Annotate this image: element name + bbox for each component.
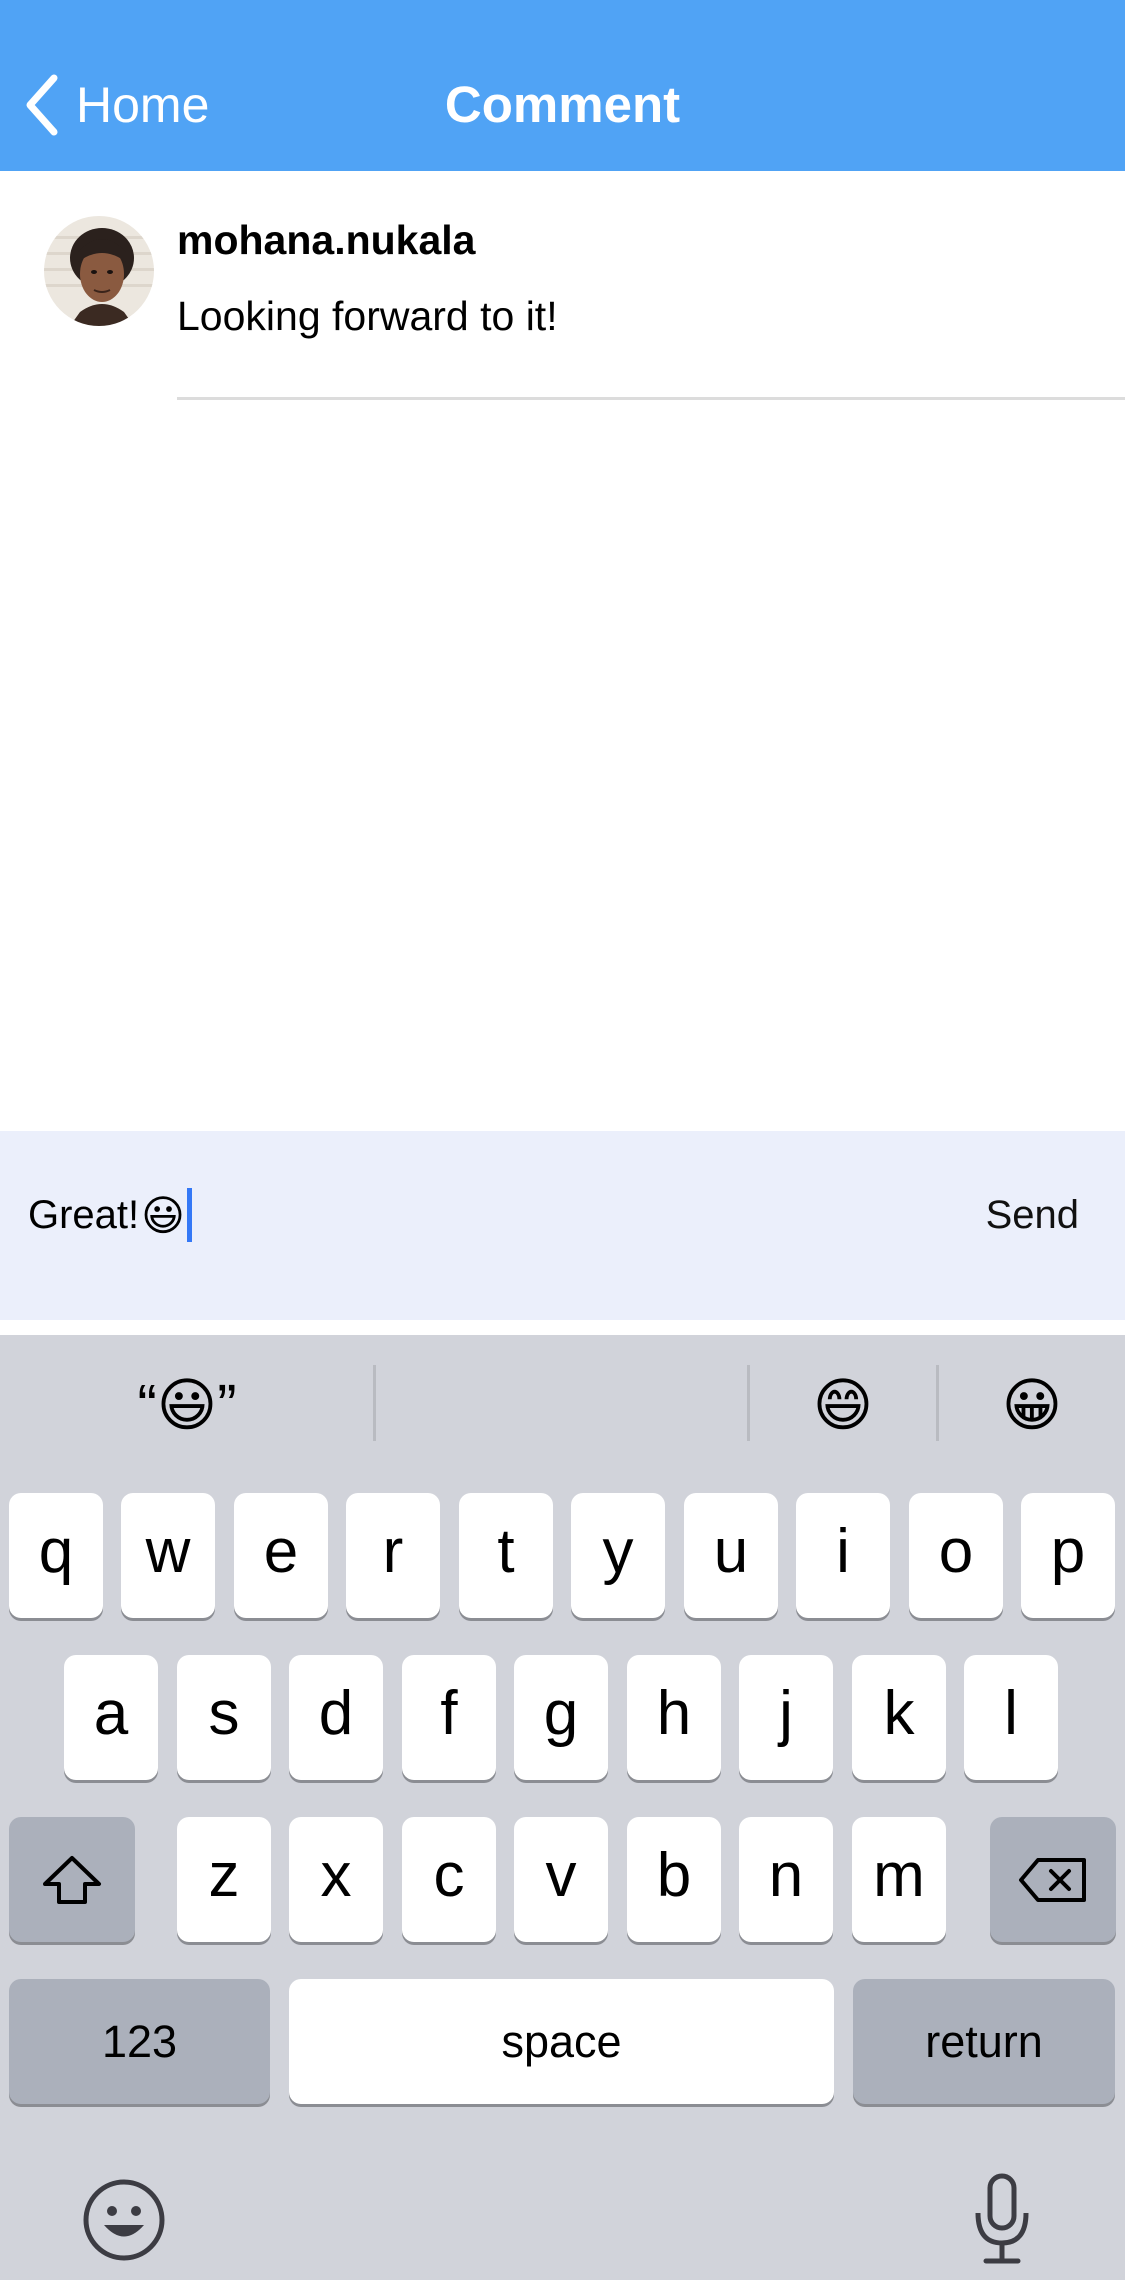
key-o[interactable]: o [909, 1493, 1003, 1618]
key-r[interactable]: r [346, 1493, 440, 1618]
key-label: c [433, 1840, 465, 1910]
key-m[interactable]: m [852, 1817, 946, 1942]
navigation-bar: Home Comment [0, 0, 1125, 171]
dictation-button[interactable] [972, 2173, 1032, 2265]
key-p[interactable]: p [1021, 1493, 1115, 1618]
comment-input-bar: Great! 😃 Send [0, 1131, 1125, 1320]
key-label: 123 [101, 2016, 178, 2067]
avatar[interactable] [44, 216, 154, 326]
comment-input-text: Great! [28, 1192, 140, 1237]
key-z[interactable]: z [177, 1817, 271, 1942]
suggestion-4[interactable]: 😀 [939, 1335, 1125, 1475]
key-label: q [38, 1516, 74, 1586]
key-label: d [318, 1678, 354, 1748]
key-label: m [873, 1840, 925, 1910]
key-label: e [263, 1516, 299, 1586]
key-j[interactable]: j [739, 1655, 833, 1780]
key-label: r [382, 1516, 404, 1586]
key-x[interactable]: x [289, 1817, 383, 1942]
key-label: k [883, 1678, 915, 1748]
key-u[interactable]: u [684, 1493, 778, 1618]
numbers-key[interactable]: 123 [9, 1979, 270, 2104]
shift-icon [43, 1855, 101, 1904]
key-label: y [602, 1516, 634, 1586]
key-label: s [208, 1678, 240, 1748]
key-label: t [497, 1516, 515, 1586]
key-label: h [656, 1678, 692, 1748]
backspace-key[interactable] [990, 1817, 1116, 1942]
comment-text: Looking forward to it! [177, 293, 558, 339]
key-label: i [836, 1516, 850, 1586]
space-key[interactable]: space [289, 1979, 834, 2104]
key-label: b [656, 1840, 692, 1910]
key-s[interactable]: s [177, 1655, 271, 1780]
microphone-icon [975, 2173, 1029, 2264]
smiley-emoji: 😃 [141, 1191, 185, 1239]
key-label: j [779, 1678, 793, 1748]
key-b[interactable]: b [627, 1817, 721, 1942]
key-label: v [545, 1840, 577, 1910]
key-label: z [208, 1840, 240, 1910]
key-label: u [713, 1516, 749, 1586]
key-w[interactable]: w [121, 1493, 215, 1618]
key-label: n [768, 1840, 804, 1910]
key-k[interactable]: k [852, 1655, 946, 1780]
key-t[interactable]: t [459, 1493, 553, 1618]
key-g[interactable]: g [514, 1655, 608, 1780]
key-label: space [501, 2016, 622, 2067]
key-n[interactable]: n [739, 1817, 833, 1942]
key-h[interactable]: h [627, 1655, 721, 1780]
key-label: o [938, 1516, 974, 1586]
key-y[interactable]: y [571, 1493, 665, 1618]
key-f[interactable]: f [402, 1655, 496, 1780]
page-title: Comment [444, 76, 681, 133]
divider [177, 397, 1125, 400]
comment-username[interactable]: mohana.nukala [177, 212, 475, 268]
emoji-icon [83, 2179, 165, 2261]
suggestion-1[interactable]: “😃” [0, 1335, 374, 1475]
send-button[interactable]: Send [986, 1183, 1079, 1247]
text-caret [186, 1188, 192, 1242]
backspace-icon [1019, 1857, 1086, 1902]
key-label: l [1004, 1678, 1018, 1748]
key-label: g [543, 1678, 579, 1748]
comment-input[interactable]: Great! 😃 [28, 1183, 192, 1247]
key-label: x [320, 1840, 352, 1910]
keyboard: “😃” 😄 😀 q w e r t y u i o p a s d f g h … [0, 1335, 1125, 2280]
key-label: return [925, 2016, 1043, 2067]
shift-key[interactable] [9, 1817, 135, 1942]
key-e[interactable]: e [234, 1493, 328, 1618]
emoji-keyboard-button[interactable] [82, 2178, 166, 2262]
key-l[interactable]: l [964, 1655, 1058, 1780]
key-label: a [93, 1678, 129, 1748]
suggestion-3[interactable]: 😄 [750, 1335, 936, 1475]
key-label: f [440, 1678, 458, 1748]
key-label: p [1050, 1516, 1086, 1586]
key-label: w [145, 1516, 191, 1586]
key-a[interactable]: a [64, 1655, 158, 1780]
return-key[interactable]: return [853, 1979, 1115, 2104]
key-i[interactable]: i [796, 1493, 890, 1618]
key-v[interactable]: v [514, 1817, 608, 1942]
key-d[interactable]: d [289, 1655, 383, 1780]
suggestion-2[interactable] [376, 1335, 748, 1475]
key-c[interactable]: c [402, 1817, 496, 1942]
key-q[interactable]: q [9, 1493, 103, 1618]
